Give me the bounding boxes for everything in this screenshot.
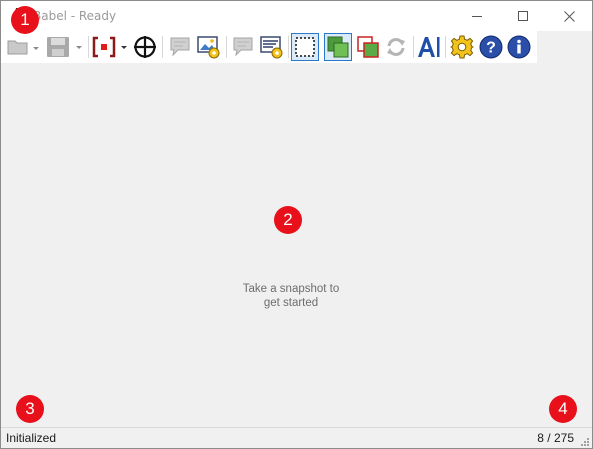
window-title: Babel - Ready — [33, 9, 117, 23]
page-counter: 8 / 275 — [537, 431, 574, 445]
settings-button[interactable] — [448, 31, 476, 63]
close-icon — [563, 10, 575, 22]
open-button[interactable] — [4, 31, 40, 63]
text-bubble-icon — [233, 37, 253, 57]
help-icon: ? — [479, 35, 503, 59]
overlay-green-icon — [324, 33, 352, 61]
overlay-green-button[interactable] — [323, 31, 353, 63]
status-text: Initialized — [6, 431, 57, 445]
image-settings-button[interactable] — [195, 31, 223, 63]
toolbar-separator — [445, 36, 446, 58]
capture-region-icon — [92, 36, 127, 58]
folder-open-icon — [7, 40, 39, 55]
font-icon — [418, 37, 440, 57]
resize-grip-icon[interactable] — [580, 437, 590, 447]
refresh-button[interactable] — [382, 31, 410, 63]
snapshot-canvas[interactable]: Take a snapshot to get started — [1, 63, 592, 427]
annotation-marker-1: 1 — [11, 6, 39, 34]
gear-icon — [450, 35, 474, 59]
toolbar-separator — [88, 36, 89, 58]
crosshair-button[interactable] — [131, 31, 159, 63]
toolbar-separator — [288, 36, 289, 58]
maximize-icon — [517, 10, 528, 21]
capture-region-button[interactable] — [91, 31, 131, 63]
status-bar: Initialized 8 / 275 — [1, 427, 592, 448]
toolbar: ? — [1, 31, 537, 63]
minimize-icon — [471, 15, 482, 17]
app-window: Babel - Ready ? Take a snapshot to get s… — [0, 0, 593, 449]
empty-state-message: Take a snapshot to get started — [196, 282, 386, 310]
maximize-button[interactable] — [500, 1, 546, 31]
info-icon — [507, 35, 531, 59]
svg-text:?: ? — [486, 40, 496, 57]
minimize-button[interactable] — [454, 1, 500, 31]
overlay-red-button[interactable] — [354, 31, 382, 63]
empty-state-line: get started — [263, 297, 319, 309]
text-settings-icon — [260, 36, 283, 59]
speak-button[interactable] — [166, 31, 194, 63]
select-area-button[interactable] — [290, 31, 320, 63]
about-button[interactable] — [505, 31, 533, 63]
text-button[interactable] — [229, 31, 257, 63]
save-button[interactable] — [45, 31, 85, 63]
annotation-marker-2: 2 — [274, 206, 302, 234]
overlay-red-icon — [357, 36, 379, 58]
annotation-marker-3: 3 — [16, 395, 44, 423]
empty-state-line: Take a snapshot to — [242, 283, 340, 295]
crosshair-icon — [134, 36, 156, 58]
title-bar[interactable]: Babel - Ready — [1, 1, 592, 31]
toolbar-separator — [226, 36, 227, 58]
toolbar-separator — [413, 36, 414, 58]
image-settings-icon — [197, 36, 220, 59]
save-icon — [47, 37, 82, 57]
close-button[interactable] — [546, 1, 592, 31]
speech-bubble-icon — [170, 37, 190, 57]
toolbar-separator — [162, 36, 163, 58]
refresh-icon — [387, 38, 405, 56]
font-button[interactable] — [415, 31, 443, 63]
text-settings-button[interactable] — [258, 31, 286, 63]
help-button[interactable]: ? — [477, 31, 505, 63]
toolbar-empty-area — [537, 31, 592, 63]
annotation-marker-4: 4 — [549, 395, 577, 423]
select-area-icon — [291, 33, 319, 61]
